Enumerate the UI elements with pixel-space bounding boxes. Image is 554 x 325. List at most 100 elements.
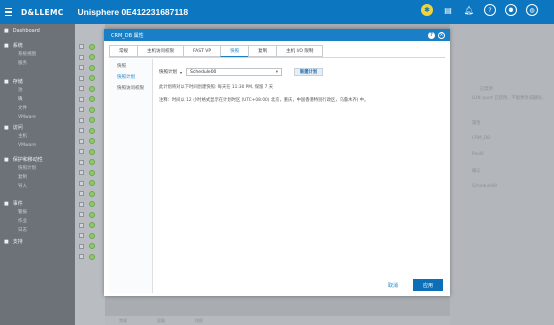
row-checkbox[interactable] xyxy=(79,65,84,70)
user-icon[interactable]: ⚉ xyxy=(505,4,517,16)
nav-item[interactable]: 快照计划 xyxy=(18,165,43,172)
dashboard-icon: ■ xyxy=(4,28,9,34)
row-checkbox[interactable] xyxy=(79,54,84,60)
status-ok-icon xyxy=(89,201,95,207)
subnav-snapshots[interactable]: 快照 xyxy=(109,59,152,70)
row-checkbox[interactable] xyxy=(79,243,84,249)
nav-group-header[interactable]: ■ 保护和移动性 xyxy=(4,156,43,164)
row-checkbox[interactable] xyxy=(79,180,84,186)
row-checkbox[interactable] xyxy=(79,44,84,49)
apply-button[interactable]: 应用 xyxy=(413,279,443,291)
status-ok-icon xyxy=(89,117,95,123)
status-ok-icon xyxy=(89,253,95,260)
status-ok-icon xyxy=(89,75,95,81)
tab-general[interactable]: 常规 xyxy=(109,45,137,57)
status-ok-icon xyxy=(89,127,95,134)
nav-item[interactable]: 池 xyxy=(18,87,36,94)
dialog-header: CRM_DB 属性 ? × xyxy=(104,29,450,41)
support-icon: ■ xyxy=(4,238,9,245)
dialog-footer: 取消 应用 xyxy=(104,275,450,296)
row-checkbox[interactable] xyxy=(79,170,84,175)
row-checkbox[interactable] xyxy=(79,212,84,217)
tab-replication[interactable]: 复制 xyxy=(248,45,277,57)
nav-item[interactable]: 块 xyxy=(18,96,36,103)
nav-item[interactable]: VMware xyxy=(18,114,36,121)
nav-item[interactable]: VMware xyxy=(18,142,36,149)
bg-tab-capacity[interactable]: 容量 xyxy=(157,318,165,324)
schedule-description: 此计划将对以下时间创建快照: 每天在 11:30 PM, 保留 7 天 xyxy=(159,85,274,90)
close-icon[interactable]: × xyxy=(438,31,445,39)
schedule-content: 快照计划 ▾ Schedule00 ▾ 新建计划 此计划将对以下时间创建快照: … xyxy=(159,67,444,103)
row-checkbox[interactable] xyxy=(79,233,84,238)
nav-group-header[interactable]: ■ Dashboard xyxy=(4,28,40,34)
nav-group-header[interactable]: ■ 访问 xyxy=(4,124,36,132)
nav-item[interactable]: 警报 xyxy=(18,209,27,216)
nav-group-label: 访问 xyxy=(12,125,23,131)
lun-list xyxy=(75,24,105,325)
bg-tab-general[interactable]: 常规 xyxy=(119,318,127,324)
status-ok-icon xyxy=(89,222,95,228)
subnav-snapshot-access[interactable]: 快照访问权限 xyxy=(109,81,152,92)
settings-badge-icon[interactable]: ✱ xyxy=(421,4,433,16)
nav-item[interactable]: 作业 xyxy=(18,218,27,225)
tab-divider xyxy=(109,57,445,58)
top-header: D&LLEMC Unisphere 0E412231687118 ✱ ▤ 🔔︎ … xyxy=(0,0,554,24)
status-ok-icon xyxy=(89,180,95,186)
hamburger-menu-icon[interactable] xyxy=(5,8,19,16)
nav-item[interactable]: 系统视图 xyxy=(18,51,36,58)
row-checkbox[interactable] xyxy=(79,149,84,154)
row-checkbox[interactable] xyxy=(79,75,84,81)
row-checkbox[interactable] xyxy=(79,117,84,123)
status-ok-icon xyxy=(89,211,95,218)
status-ok-icon xyxy=(89,148,95,155)
row-checkbox[interactable] xyxy=(79,96,84,102)
nav-item[interactable]: 服务 xyxy=(18,60,36,67)
status-ok-icon xyxy=(89,85,95,92)
row-checkbox[interactable] xyxy=(79,107,84,112)
tab-fast-vp[interactable]: FAST VP xyxy=(183,45,221,57)
clipboard-icon[interactable]: ▤ xyxy=(442,4,454,16)
nav-item[interactable]: 导入 xyxy=(18,183,43,190)
bell-icon[interactable]: 🔔︎ xyxy=(463,4,475,16)
nav-item[interactable]: 日志 xyxy=(18,227,27,234)
status-ok-icon xyxy=(89,54,95,60)
nav-group-header[interactable]: ■ 事件 xyxy=(4,200,27,208)
cancel-button[interactable]: 取消 xyxy=(388,282,398,289)
tab-snapshots[interactable]: 快照 xyxy=(220,45,249,57)
row-checkbox[interactable] xyxy=(79,138,84,144)
row-checkbox[interactable] xyxy=(79,159,84,165)
nav-group-label: 支持 xyxy=(12,239,23,245)
status-ok-icon xyxy=(89,232,95,239)
schedule-label: 快照计划 xyxy=(159,70,177,75)
protection-icon: ■ xyxy=(4,156,9,163)
help-icon[interactable]: ? xyxy=(484,4,496,16)
row-checkbox[interactable] xyxy=(79,128,84,133)
timezone-note: 注释：时间以 12 小时格式显示在计划时区 (UTC+08:00) 北京，重庆，… xyxy=(159,98,369,103)
status-ok-icon xyxy=(89,190,95,197)
row-checkbox[interactable] xyxy=(79,191,84,196)
globe-icon[interactable]: ◍ xyxy=(526,4,538,16)
subnav-snapshot-schedule[interactable]: 快照计划 xyxy=(109,70,152,81)
nav-group-header[interactable]: ■ 系统 xyxy=(4,42,36,50)
nav-group-label: 系统 xyxy=(12,43,23,49)
nav-group-header[interactable]: ■ 存储 xyxy=(4,78,36,86)
details-schedule: Schedule00 xyxy=(472,184,498,189)
nav-item[interactable]: 文件 xyxy=(18,105,36,112)
new-schedule-button[interactable]: 新建计划 xyxy=(294,68,324,76)
tab-host-io-limit[interactable]: 主机 I/O 限制 xyxy=(276,45,324,57)
nav-group: ■ 存储池块文件 VMware xyxy=(4,78,36,121)
row-checkbox[interactable] xyxy=(79,86,84,91)
nav-item[interactable]: 复制 xyxy=(18,174,43,181)
row-checkbox[interactable] xyxy=(79,201,84,207)
row-checkbox[interactable] xyxy=(79,222,84,228)
row-checkbox[interactable] xyxy=(79,254,84,259)
nav-group-label: Dashboard xyxy=(12,28,40,34)
details-pool: Pool0 xyxy=(472,152,484,157)
bg-tab-snapshot[interactable]: 快照 xyxy=(195,318,203,324)
schedule-select[interactable]: Schedule00 ▾ xyxy=(186,68,283,76)
help-icon[interactable]: ? xyxy=(428,31,435,39)
tab-host-access[interactable]: 主机访问权限 xyxy=(137,45,183,57)
details-name: CRM_DB xyxy=(472,136,491,141)
nav-item[interactable]: 主机 xyxy=(18,133,36,140)
nav-group-header[interactable]: ■ 支持 xyxy=(4,238,23,246)
